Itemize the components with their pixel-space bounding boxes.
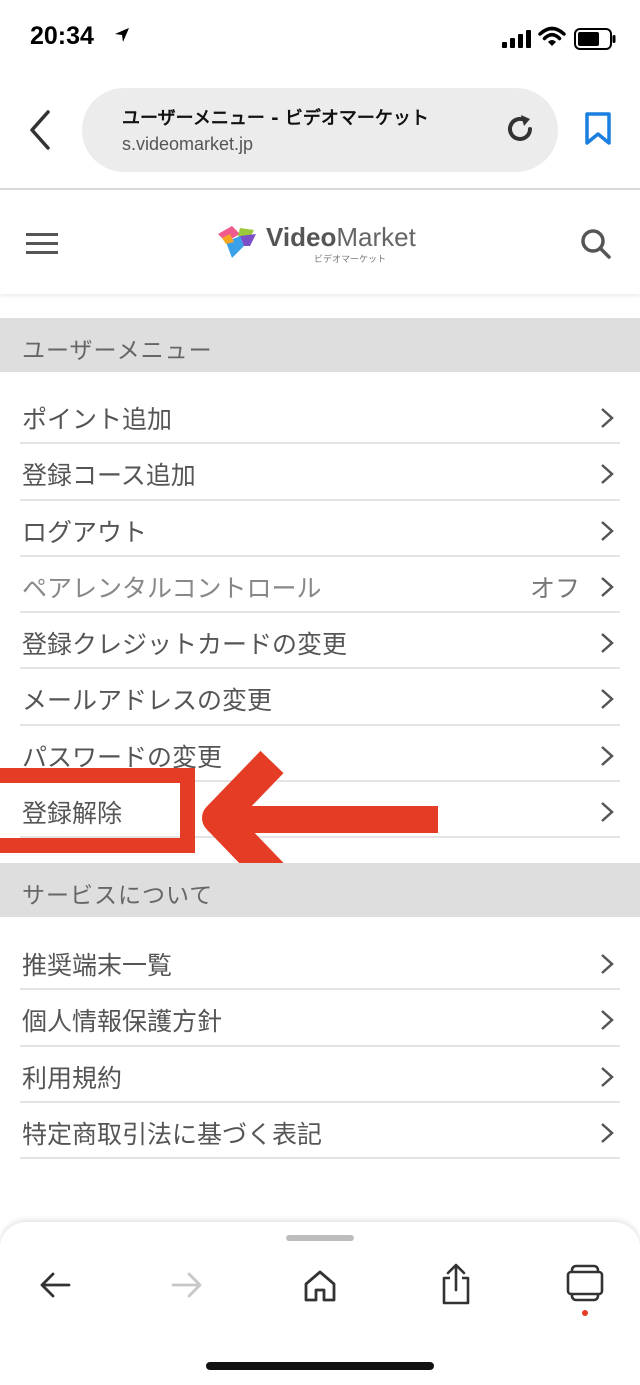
menu-item-change-email[interactable]: メールアドレスの変更 [20,669,620,726]
menu-item-logout[interactable]: ログアウト [20,501,620,557]
notification-dot [582,1310,588,1316]
toolbar-grabber[interactable] [286,1235,354,1241]
menu-item-parental-control[interactable]: ペアレンタルコントロール オフ [20,557,620,614]
search-icon[interactable] [580,228,612,260]
chevron-right-icon [601,576,614,597]
reload-icon[interactable] [504,112,536,146]
chevron-right-icon [601,802,614,823]
chevron-right-icon [601,745,614,766]
back-arrow-icon[interactable] [38,1268,72,1302]
hamburger-menu-icon[interactable] [26,232,60,256]
chevron-right-icon [601,1066,614,1087]
menu-item-label: ペアレンタルコントロール [22,573,322,603]
page-domain: s.videomarket.jp [122,134,254,154]
home-indicator [206,1362,434,1370]
logo-mark-icon [218,226,256,258]
videomarket-logo[interactable]: VideoMarket ビデオマーケット [214,220,434,265]
site-header: VideoMarket ビデオマーケット [0,192,640,294]
chevron-right-icon [601,689,614,710]
user-menu-header: ユーザーメニュー [0,318,640,372]
annotation-highlight-box [0,768,195,853]
back-chevron-icon[interactable] [22,108,58,152]
service-menu-header: サービスについて [0,863,640,917]
address-bar[interactable]: ユーザーメニュー - ビデオマーケット s.videomarket.jp [82,88,558,172]
page-title: ユーザーメニュー - ビデオマーケット [122,108,429,129]
service-menu-list: 推奨端末一覧 個人情報保護方針 利用規約 特定商取引法に基づく表記 [20,934,620,1160]
chevron-right-icon [601,633,614,654]
menu-item-recommended-devices[interactable]: 推奨端末一覧 [20,934,620,991]
status-time: 20:34 [30,22,94,50]
menu-item-label: 推奨端末一覧 [22,951,173,980]
section-title: ユーザーメニュー [22,338,213,364]
menu-item-label: 登録クレジットカードの変更 [22,630,348,660]
status-bar: 20:34 [0,0,640,80]
home-icon[interactable] [302,1268,338,1304]
chevron-right-icon [601,1122,614,1143]
location-arrow-icon [115,28,129,42]
menu-item-label: 登録コース追加 [22,461,196,491]
chevron-right-icon [601,1010,614,1031]
section-title: サービスについて [22,883,214,909]
menu-item-add-course[interactable]: 登録コース追加 [20,444,620,501]
bookmark-icon[interactable] [584,112,612,146]
menu-item-label: 特定商取引法に基づく表記 [22,1119,323,1149]
menu-item-commercial-transactions[interactable]: 特定商取引法に基づく表記 [20,1103,620,1160]
share-icon[interactable] [438,1262,474,1306]
forward-arrow-icon[interactable] [170,1268,204,1302]
browser-toolbar [0,1222,640,1385]
signal-icon [502,30,531,48]
wifi-icon [538,26,566,46]
menu-item-add-points[interactable]: ポイント追加 [20,388,620,445]
parental-control-status: オフ [529,573,580,603]
chevron-right-icon [601,464,614,485]
menu-item-label: ポイント追加 [22,405,173,434]
menu-item-privacy-policy[interactable]: 個人情報保護方針 [20,990,620,1047]
battery-icon [574,28,616,50]
menu-item-change-credit-card[interactable]: 登録クレジットカードの変更 [20,613,620,670]
menu-item-label: ログアウト [22,517,148,547]
chevron-right-icon [601,520,614,541]
chevron-right-icon [601,954,614,974]
tabs-icon[interactable] [566,1264,604,1318]
browser-bar: ユーザーメニュー - ビデオマーケット s.videomarket.jp [0,80,640,190]
menu-item-label: メールアドレスの変更 [22,686,273,716]
menu-item-terms-of-use[interactable]: 利用規約 [20,1047,620,1103]
chevron-right-icon [601,408,614,428]
menu-item-label: 利用規約 [22,1063,123,1093]
menu-item-label: 個人情報保護方針 [22,1007,223,1037]
logo-subtitle: ビデオマーケット [314,255,387,265]
logo-wordmark: VideoMarket [266,222,416,252]
